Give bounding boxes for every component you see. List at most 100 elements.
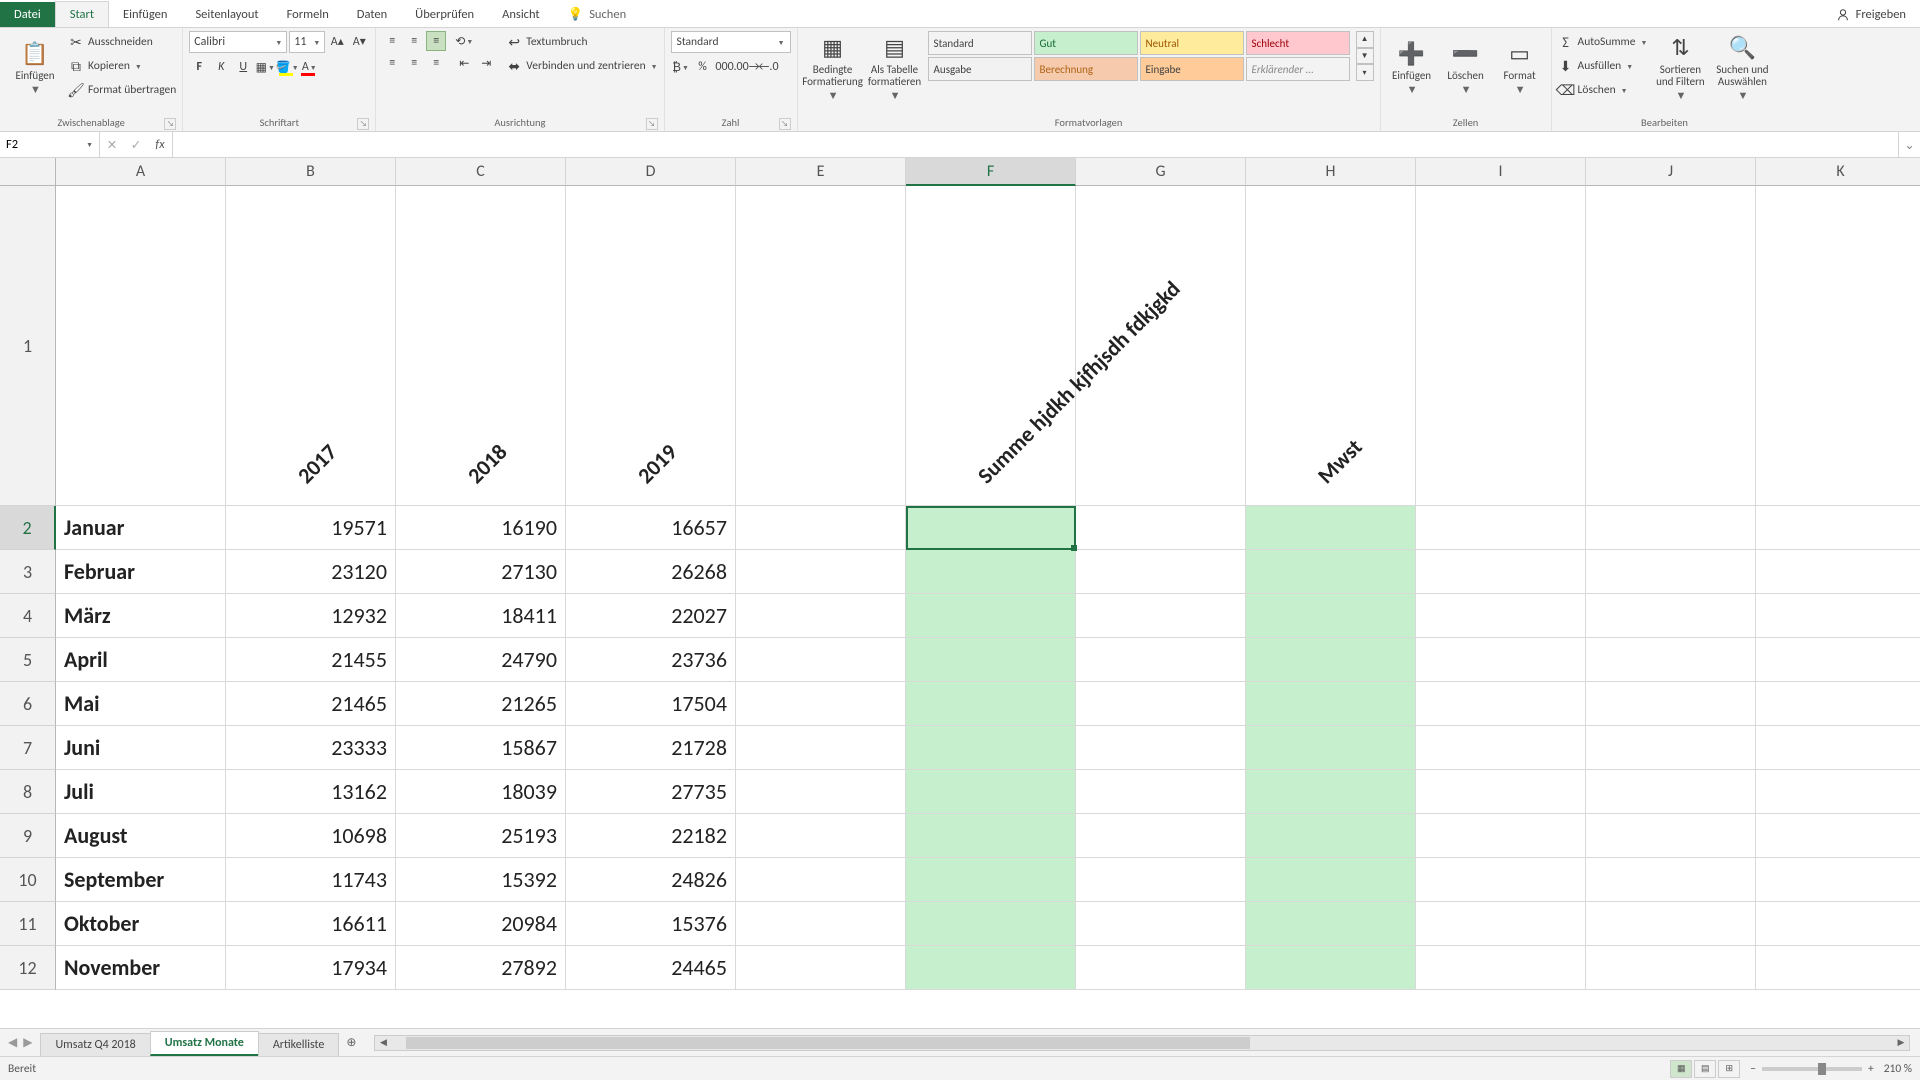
style-neutral[interactable]: Neutral — [1140, 31, 1244, 55]
cell-K2[interactable] — [1756, 506, 1920, 550]
cell-B5[interactable]: 21455 — [226, 638, 396, 682]
cell-D7[interactable]: 21728 — [566, 726, 736, 770]
cell-I9[interactable] — [1416, 814, 1586, 858]
row-header-10[interactable]: 10 — [0, 858, 56, 902]
number-format-select[interactable]: Standard▼ — [671, 31, 791, 53]
cell-K5[interactable] — [1756, 638, 1920, 682]
tab-daten[interactable]: Daten — [343, 2, 401, 27]
align-right-button[interactable]: ≡ — [426, 53, 446, 73]
col-header-B[interactable]: B — [226, 158, 396, 186]
cell-I4[interactable] — [1416, 594, 1586, 638]
decrease-decimal-button[interactable]: ←.0 — [759, 57, 779, 77]
underline-button[interactable]: U — [233, 57, 253, 77]
cell-K4[interactable] — [1756, 594, 1920, 638]
name-box[interactable]: F2▼ — [0, 132, 100, 157]
cell-C7[interactable]: 15867 — [396, 726, 566, 770]
cell-J4[interactable] — [1586, 594, 1756, 638]
row-header-8[interactable]: 8 — [0, 770, 56, 814]
cell-K1[interactable] — [1756, 186, 1920, 506]
cell-J5[interactable] — [1586, 638, 1756, 682]
insert-cells-button[interactable]: ➕Einfügen▼ — [1387, 31, 1437, 105]
cell-C11[interactable]: 20984 — [396, 902, 566, 946]
col-header-C[interactable]: C — [396, 158, 566, 186]
worksheet-grid[interactable]: ABCDEFGHIJK1201720182019Summe hjdkh kjfh… — [0, 158, 1920, 1028]
cell-G10[interactable] — [1076, 858, 1246, 902]
increase-font-button[interactable]: A▴ — [327, 31, 347, 51]
paste-button[interactable]: 📋 Einfügen▼ — [6, 31, 64, 105]
cell-K3[interactable] — [1756, 550, 1920, 594]
percent-button[interactable]: % — [693, 57, 713, 77]
style-gut[interactable]: Gut — [1034, 31, 1138, 55]
cell-I8[interactable] — [1416, 770, 1586, 814]
sheet-tab-1[interactable]: Umsatz Monate — [150, 1031, 259, 1056]
cell-G5[interactable] — [1076, 638, 1246, 682]
add-sheet-button[interactable]: ⊕ — [338, 1029, 364, 1056]
cell-B11[interactable]: 16611 — [226, 902, 396, 946]
cell-C5[interactable]: 24790 — [396, 638, 566, 682]
zoom-slider[interactable] — [1762, 1067, 1862, 1071]
cell-I11[interactable] — [1416, 902, 1586, 946]
gallery-up-button[interactable]: ▲ — [1356, 31, 1374, 48]
cell-H3[interactable] — [1246, 550, 1416, 594]
decrease-indent-button[interactable]: ⇤ — [454, 53, 474, 73]
zoom-level[interactable]: 210 % — [1884, 1062, 1912, 1076]
cell-F6[interactable] — [906, 682, 1076, 726]
cell-J12[interactable] — [1586, 946, 1756, 990]
increase-indent-button[interactable]: ⇥ — [476, 53, 496, 73]
align-left-button[interactable]: ≡ — [382, 53, 402, 73]
cell-K11[interactable] — [1756, 902, 1920, 946]
cell-J1[interactable] — [1586, 186, 1756, 506]
cell-A10[interactable]: September — [56, 858, 226, 902]
cell-D8[interactable]: 27735 — [566, 770, 736, 814]
cell-J10[interactable] — [1586, 858, 1756, 902]
cell-D4[interactable]: 22027 — [566, 594, 736, 638]
cell-I5[interactable] — [1416, 638, 1586, 682]
cell-F2[interactable] — [906, 506, 1076, 550]
cell-E2[interactable] — [736, 506, 906, 550]
cell-B6[interactable]: 21465 — [226, 682, 396, 726]
cell-A9[interactable]: August — [56, 814, 226, 858]
currency-button[interactable]: ₿▼ — [671, 57, 691, 77]
cell-E11[interactable] — [736, 902, 906, 946]
cell-C1[interactable]: 2018 — [396, 186, 566, 506]
format-as-table-button[interactable]: ▤Als Tabelle formatieren▼ — [866, 31, 924, 105]
cell-K10[interactable] — [1756, 858, 1920, 902]
cell-C2[interactable]: 16190 — [396, 506, 566, 550]
sheet-nav-next[interactable]: ▶ — [23, 1035, 32, 1050]
row-header-1[interactable]: 1 — [0, 186, 56, 506]
tab-einfuegen[interactable]: Einfügen — [109, 2, 181, 27]
thousand-button[interactable]: 000 — [715, 57, 735, 77]
cell-E5[interactable] — [736, 638, 906, 682]
sheet-nav-prev[interactable]: ◀ — [8, 1035, 17, 1050]
cell-J11[interactable] — [1586, 902, 1756, 946]
clear-button[interactable]: ⌫Löschen▼ — [1558, 79, 1648, 101]
style-erklaerend[interactable]: Erklärender ... — [1246, 57, 1350, 81]
cell-I3[interactable] — [1416, 550, 1586, 594]
cell-H6[interactable] — [1246, 682, 1416, 726]
fill-button[interactable]: ⬇Ausfüllen▼ — [1558, 55, 1648, 77]
cell-E6[interactable] — [736, 682, 906, 726]
cell-G8[interactable] — [1076, 770, 1246, 814]
style-berechnung[interactable]: Berechnung — [1034, 57, 1138, 81]
merge-center-button[interactable]: ⬌Verbinden und zentrieren▼ — [506, 55, 657, 77]
cell-H12[interactable] — [1246, 946, 1416, 990]
cell-E7[interactable] — [736, 726, 906, 770]
cell-D10[interactable]: 24826 — [566, 858, 736, 902]
zoom-in-button[interactable]: + — [1868, 1062, 1874, 1076]
cell-E10[interactable] — [736, 858, 906, 902]
expand-formula-button[interactable]: ⌄ — [1898, 132, 1920, 157]
cell-A11[interactable]: Oktober — [56, 902, 226, 946]
col-header-E[interactable]: E — [736, 158, 906, 186]
cell-B3[interactable]: 23120 — [226, 550, 396, 594]
cell-A5[interactable]: April — [56, 638, 226, 682]
cell-F3[interactable] — [906, 550, 1076, 594]
cell-G7[interactable] — [1076, 726, 1246, 770]
cancel-formula-button[interactable]: ✕ — [100, 137, 124, 153]
style-ausgabe[interactable]: Ausgabe — [928, 57, 1032, 81]
row-header-9[interactable]: 9 — [0, 814, 56, 858]
row-header-3[interactable]: 3 — [0, 550, 56, 594]
col-header-I[interactable]: I — [1416, 158, 1586, 186]
cell-H9[interactable] — [1246, 814, 1416, 858]
align-center-button[interactable]: ≡ — [404, 53, 424, 73]
align-middle-button[interactable]: ≡ — [404, 31, 424, 51]
